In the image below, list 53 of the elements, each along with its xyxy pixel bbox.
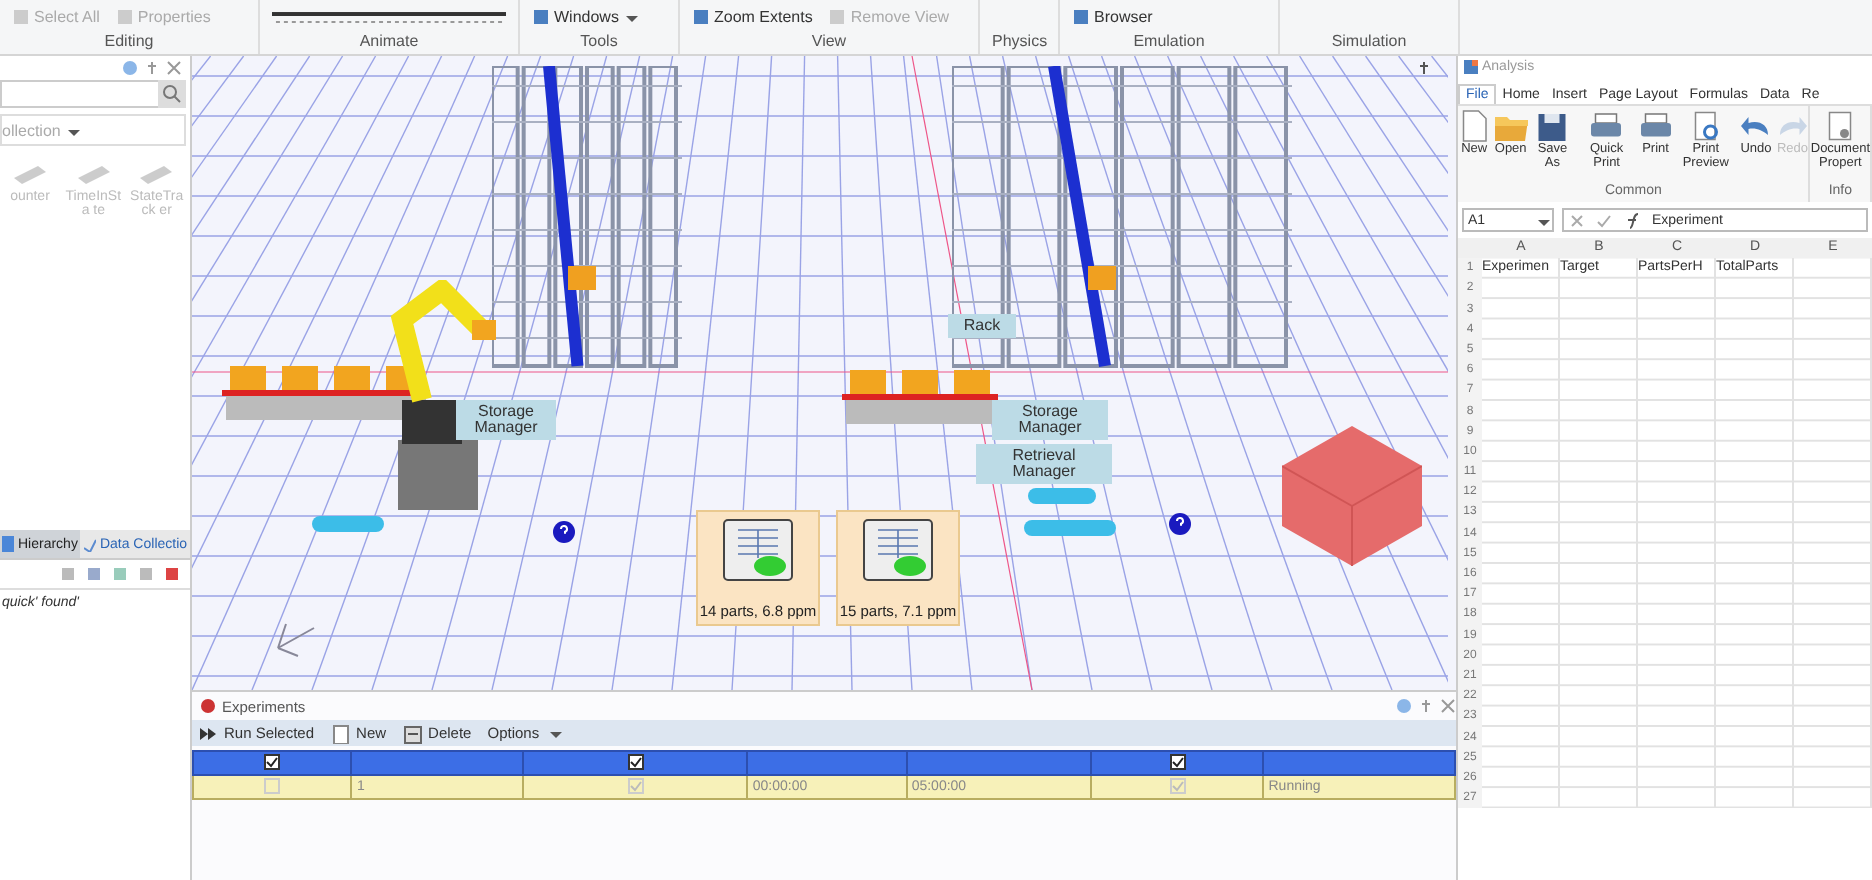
ribbon-group-label: Simulation — [1329, 32, 1409, 54]
help-marker-icon — [552, 520, 576, 544]
info-icon[interactable] — [1396, 698, 1412, 714]
ribbon-group-label: Physics — [992, 32, 1046, 54]
ribbon-group-label: Tools — [578, 32, 620, 54]
checkbox[interactable] — [264, 753, 281, 769]
pin-icon[interactable] — [1416, 60, 1432, 76]
checkbox[interactable] — [1169, 753, 1186, 769]
ribbon-group-label: Editing — [102, 32, 156, 54]
tool-icon — [828, 7, 847, 25]
sign-label: Rack — [948, 314, 1016, 338]
tag-marker-icon — [312, 516, 384, 532]
ribbon-group-label: Emulation — [1131, 32, 1207, 54]
experiment-icon — [200, 698, 216, 714]
ribbon-button[interactable]: Zoom Extents — [692, 7, 813, 25]
ribbon-group-label: Animate — [357, 32, 421, 54]
cube-drawing — [1282, 426, 1422, 566]
tool-icon — [692, 7, 710, 25]
ribbon-button[interactable]: Windows — [532, 7, 641, 25]
chart-report-icon — [862, 518, 934, 582]
app-icon — [1464, 60, 1478, 74]
close-icon[interactable] — [1440, 698, 1456, 714]
help-marker-icon — [1168, 512, 1192, 536]
checkbox[interactable] — [627, 777, 644, 793]
pin-icon[interactable] — [144, 60, 160, 76]
tool-icon — [115, 7, 134, 25]
function-icon — [1624, 211, 1640, 229]
ribbon-group-label: View — [809, 32, 849, 54]
check-icon — [83, 536, 96, 552]
checkbox[interactable] — [627, 753, 644, 769]
delete-icon — [402, 723, 423, 743]
dropdown-label: ollection — [2, 121, 61, 139]
cancel-icon — [1570, 213, 1584, 227]
sign-label: Retrieval Manager — [976, 444, 1112, 484]
page-icon — [330, 723, 351, 743]
check-icon — [1596, 213, 1612, 227]
tag-marker-icon — [1024, 520, 1116, 536]
ribbon-button[interactable]: Browser — [1072, 7, 1153, 25]
tag-marker-icon — [1028, 488, 1096, 504]
fast-forward-icon — [198, 723, 218, 743]
sign-label: Storage Manager — [992, 400, 1108, 440]
close-icon[interactable] — [166, 60, 182, 76]
chart-report-icon — [722, 518, 794, 582]
tree-icon — [2, 536, 14, 552]
tool-icon — [12, 7, 30, 25]
search-field[interactable] — [0, 80, 158, 108]
search-icon[interactable] — [158, 80, 186, 108]
tool-icon — [1072, 7, 1090, 25]
axis-gizmo-icon — [276, 622, 316, 658]
tool-icon — [532, 7, 550, 25]
sign-label: Storage Manager — [456, 400, 556, 440]
info-icon[interactable] — [122, 60, 138, 76]
checkbox[interactable] — [1169, 777, 1186, 793]
